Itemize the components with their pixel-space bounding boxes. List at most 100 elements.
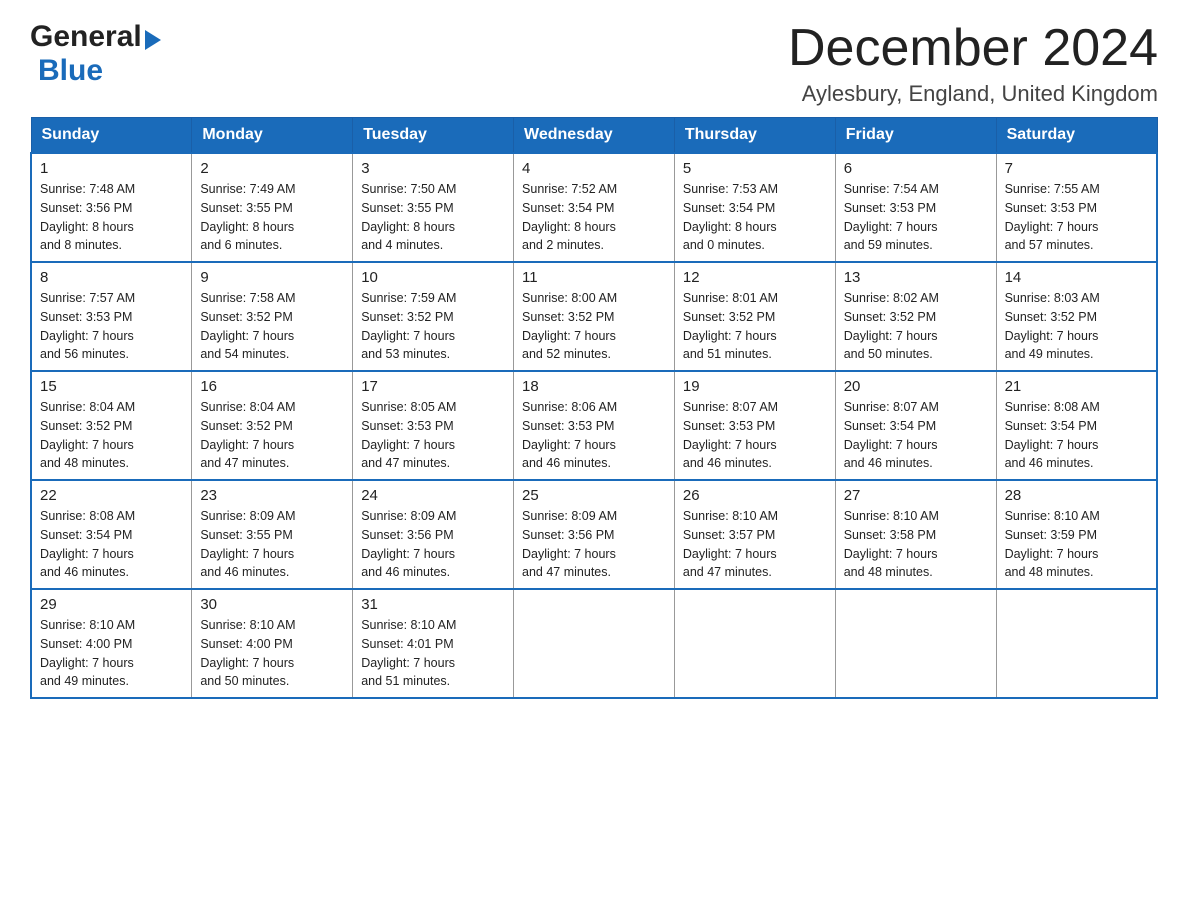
calendar-day-cell: 11Sunrise: 8:00 AMSunset: 3:52 PMDayligh… <box>514 262 675 371</box>
day-info: Sunrise: 8:02 AMSunset: 3:52 PMDaylight:… <box>844 289 988 364</box>
calendar-day-cell: 13 Sunrise: 8:02 AMSunset: 3:52 PMDayligh… <box>835 262 996 371</box>
calendar-day-cell: 16 Sunrise: 8:04 AMSunset: 3:52 PMDayligh… <box>192 371 353 480</box>
day-number: 20 <box>844 378 988 395</box>
day-number: 12 <box>683 269 827 286</box>
day-info: Sunrise: 8:04 AMSunset: 3:52 PMDaylight:… <box>200 398 344 473</box>
calendar-day-cell: 4 Sunrise: 7:52 AMSunset: 3:54 PMDaylight… <box>514 153 675 262</box>
day-number: 9 <box>200 269 344 286</box>
calendar-day-cell: 10Sunrise: 7:59 AMSunset: 3:52 PMDayligh… <box>353 262 514 371</box>
day-number: 23 <box>200 487 344 504</box>
day-number: 14 <box>1005 269 1148 286</box>
weekday-header-wednesday: Wednesday <box>514 118 675 154</box>
day-number: 25 <box>522 487 666 504</box>
calendar-day-cell: 30Sunrise: 8:10 AMSunset: 4:00 PMDayligh… <box>192 589 353 698</box>
day-number: 21 <box>1005 378 1148 395</box>
day-info: Sunrise: 8:03 AMSunset: 3:52 PMDaylight:… <box>1005 289 1148 364</box>
day-number: 4 <box>522 160 666 177</box>
main-title: December 2024 <box>788 20 1158 77</box>
day-info: Sunrise: 7:59 AMSunset: 3:52 PMDaylight:… <box>361 289 505 364</box>
weekday-header-friday: Friday <box>835 118 996 154</box>
weekday-header-tuesday: Tuesday <box>353 118 514 154</box>
calendar-day-cell: 25 Sunrise: 8:09 AMSunset: 3:56 PMDayligh… <box>514 480 675 589</box>
calendar-empty-cell <box>514 589 675 698</box>
day-number: 26 <box>683 487 827 504</box>
day-number: 1 <box>40 160 183 177</box>
day-number: 31 <box>361 596 505 613</box>
weekday-header-thursday: Thursday <box>674 118 835 154</box>
day-number: 3 <box>361 160 505 177</box>
calendar-day-cell: 21 Sunrise: 8:08 AMSunset: 3:54 PMDayligh… <box>996 371 1157 480</box>
calendar-day-cell: 27 Sunrise: 8:10 AMSunset: 3:58 PMDayligh… <box>835 480 996 589</box>
page-header: General Blue December 2024 Aylesbury, En… <box>30 20 1158 107</box>
day-info: Sunrise: 8:01 AMSunset: 3:52 PMDaylight:… <box>683 289 827 364</box>
day-info: Sunrise: 8:09 AMSunset: 3:56 PMDaylight:… <box>361 507 505 582</box>
day-info: Sunrise: 8:10 AMSunset: 4:00 PMDaylight:… <box>200 616 344 691</box>
calendar-empty-cell <box>835 589 996 698</box>
day-number: 8 <box>40 269 183 286</box>
calendar-day-cell: 31 Sunrise: 8:10 AMSunset: 4:01 PMDayligh… <box>353 589 514 698</box>
subtitle: Aylesbury, England, United Kingdom <box>788 81 1158 107</box>
day-info: Sunrise: 7:52 AMSunset: 3:54 PMDaylight:… <box>522 180 666 255</box>
day-info: Sunrise: 8:08 AMSunset: 3:54 PMDaylight:… <box>1005 398 1148 473</box>
calendar-day-cell: 14 Sunrise: 8:03 AMSunset: 3:52 PMDayligh… <box>996 262 1157 371</box>
day-info: Sunrise: 8:09 AMSunset: 3:56 PMDaylight:… <box>522 507 666 582</box>
day-number: 5 <box>683 160 827 177</box>
day-number: 7 <box>1005 160 1148 177</box>
logo-blue-text: Blue <box>38 54 103 87</box>
calendar-week-row: 29 Sunrise: 8:10 AMSunset: 4:00 PMDayligh… <box>31 589 1157 698</box>
logo: General Blue <box>30 20 161 88</box>
day-info: Sunrise: 7:48 AMSunset: 3:56 PMDaylight:… <box>40 180 183 255</box>
day-info: Sunrise: 8:10 AMSunset: 4:01 PMDaylight:… <box>361 616 505 691</box>
day-info: Sunrise: 8:06 AMSunset: 3:53 PMDaylight:… <box>522 398 666 473</box>
calendar-day-cell: 29 Sunrise: 8:10 AMSunset: 4:00 PMDayligh… <box>31 589 192 698</box>
day-number: 13 <box>844 269 988 286</box>
logo-triangle-icon <box>145 30 161 50</box>
calendar-table: SundayMondayTuesdayWednesdayThursdayFrid… <box>30 117 1158 699</box>
day-info: Sunrise: 8:10 AMSunset: 4:00 PMDaylight:… <box>40 616 183 691</box>
calendar-day-cell: 18 Sunrise: 8:06 AMSunset: 3:53 PMDayligh… <box>514 371 675 480</box>
calendar-day-cell: 24Sunrise: 8:09 AMSunset: 3:56 PMDayligh… <box>353 480 514 589</box>
calendar-day-cell: 22Sunrise: 8:08 AMSunset: 3:54 PMDayligh… <box>31 480 192 589</box>
logo-general-text: General <box>30 20 142 54</box>
day-info: Sunrise: 8:10 AMSunset: 3:58 PMDaylight:… <box>844 507 988 582</box>
calendar-week-row: 1 Sunrise: 7:48 AMSunset: 3:56 PMDaylight… <box>31 153 1157 262</box>
day-number: 18 <box>522 378 666 395</box>
day-number: 22 <box>40 487 183 504</box>
day-number: 27 <box>844 487 988 504</box>
day-number: 2 <box>200 160 344 177</box>
day-number: 16 <box>200 378 344 395</box>
calendar-week-row: 22Sunrise: 8:08 AMSunset: 3:54 PMDayligh… <box>31 480 1157 589</box>
calendar-week-row: 15Sunrise: 8:04 AMSunset: 3:52 PMDayligh… <box>31 371 1157 480</box>
day-info: Sunrise: 7:50 AMSunset: 3:55 PMDaylight:… <box>361 180 505 255</box>
day-info: Sunrise: 7:58 AMSunset: 3:52 PMDaylight:… <box>200 289 344 364</box>
day-info: Sunrise: 7:57 AMSunset: 3:53 PMDaylight:… <box>40 289 183 364</box>
day-number: 19 <box>683 378 827 395</box>
calendar-empty-cell <box>996 589 1157 698</box>
calendar-day-cell: 9 Sunrise: 7:58 AMSunset: 3:52 PMDaylight… <box>192 262 353 371</box>
calendar-day-cell: 26 Sunrise: 8:10 AMSunset: 3:57 PMDayligh… <box>674 480 835 589</box>
day-number: 6 <box>844 160 988 177</box>
calendar-day-cell: 3 Sunrise: 7:50 AMSunset: 3:55 PMDaylight… <box>353 153 514 262</box>
calendar-day-cell: 5 Sunrise: 7:53 AMSunset: 3:54 PMDaylight… <box>674 153 835 262</box>
calendar-day-cell: 12 Sunrise: 8:01 AMSunset: 3:52 PMDayligh… <box>674 262 835 371</box>
day-info: Sunrise: 8:10 AMSunset: 3:57 PMDaylight:… <box>683 507 827 582</box>
day-number: 28 <box>1005 487 1148 504</box>
day-info: Sunrise: 8:07 AMSunset: 3:53 PMDaylight:… <box>683 398 827 473</box>
calendar-week-row: 8 Sunrise: 7:57 AMSunset: 3:53 PMDaylight… <box>31 262 1157 371</box>
calendar-day-cell: 8 Sunrise: 7:57 AMSunset: 3:53 PMDaylight… <box>31 262 192 371</box>
title-block: December 2024 Aylesbury, England, United… <box>788 20 1158 107</box>
day-info: Sunrise: 8:05 AMSunset: 3:53 PMDaylight:… <box>361 398 505 473</box>
calendar-day-cell: 1 Sunrise: 7:48 AMSunset: 3:56 PMDaylight… <box>31 153 192 262</box>
day-number: 17 <box>361 378 505 395</box>
day-info: Sunrise: 8:10 AMSunset: 3:59 PMDaylight:… <box>1005 507 1148 582</box>
day-info: Sunrise: 7:53 AMSunset: 3:54 PMDaylight:… <box>683 180 827 255</box>
day-number: 29 <box>40 596 183 613</box>
day-info: Sunrise: 8:04 AMSunset: 3:52 PMDaylight:… <box>40 398 183 473</box>
calendar-day-cell: 15Sunrise: 8:04 AMSunset: 3:52 PMDayligh… <box>31 371 192 480</box>
day-info: Sunrise: 8:09 AMSunset: 3:55 PMDaylight:… <box>200 507 344 582</box>
calendar-day-cell: 2Sunrise: 7:49 AMSunset: 3:55 PMDaylight… <box>192 153 353 262</box>
day-info: Sunrise: 7:55 AMSunset: 3:53 PMDaylight:… <box>1005 180 1148 255</box>
calendar-day-cell: 19 Sunrise: 8:07 AMSunset: 3:53 PMDayligh… <box>674 371 835 480</box>
calendar-day-cell: 20Sunrise: 8:07 AMSunset: 3:54 PMDayligh… <box>835 371 996 480</box>
calendar-empty-cell <box>674 589 835 698</box>
